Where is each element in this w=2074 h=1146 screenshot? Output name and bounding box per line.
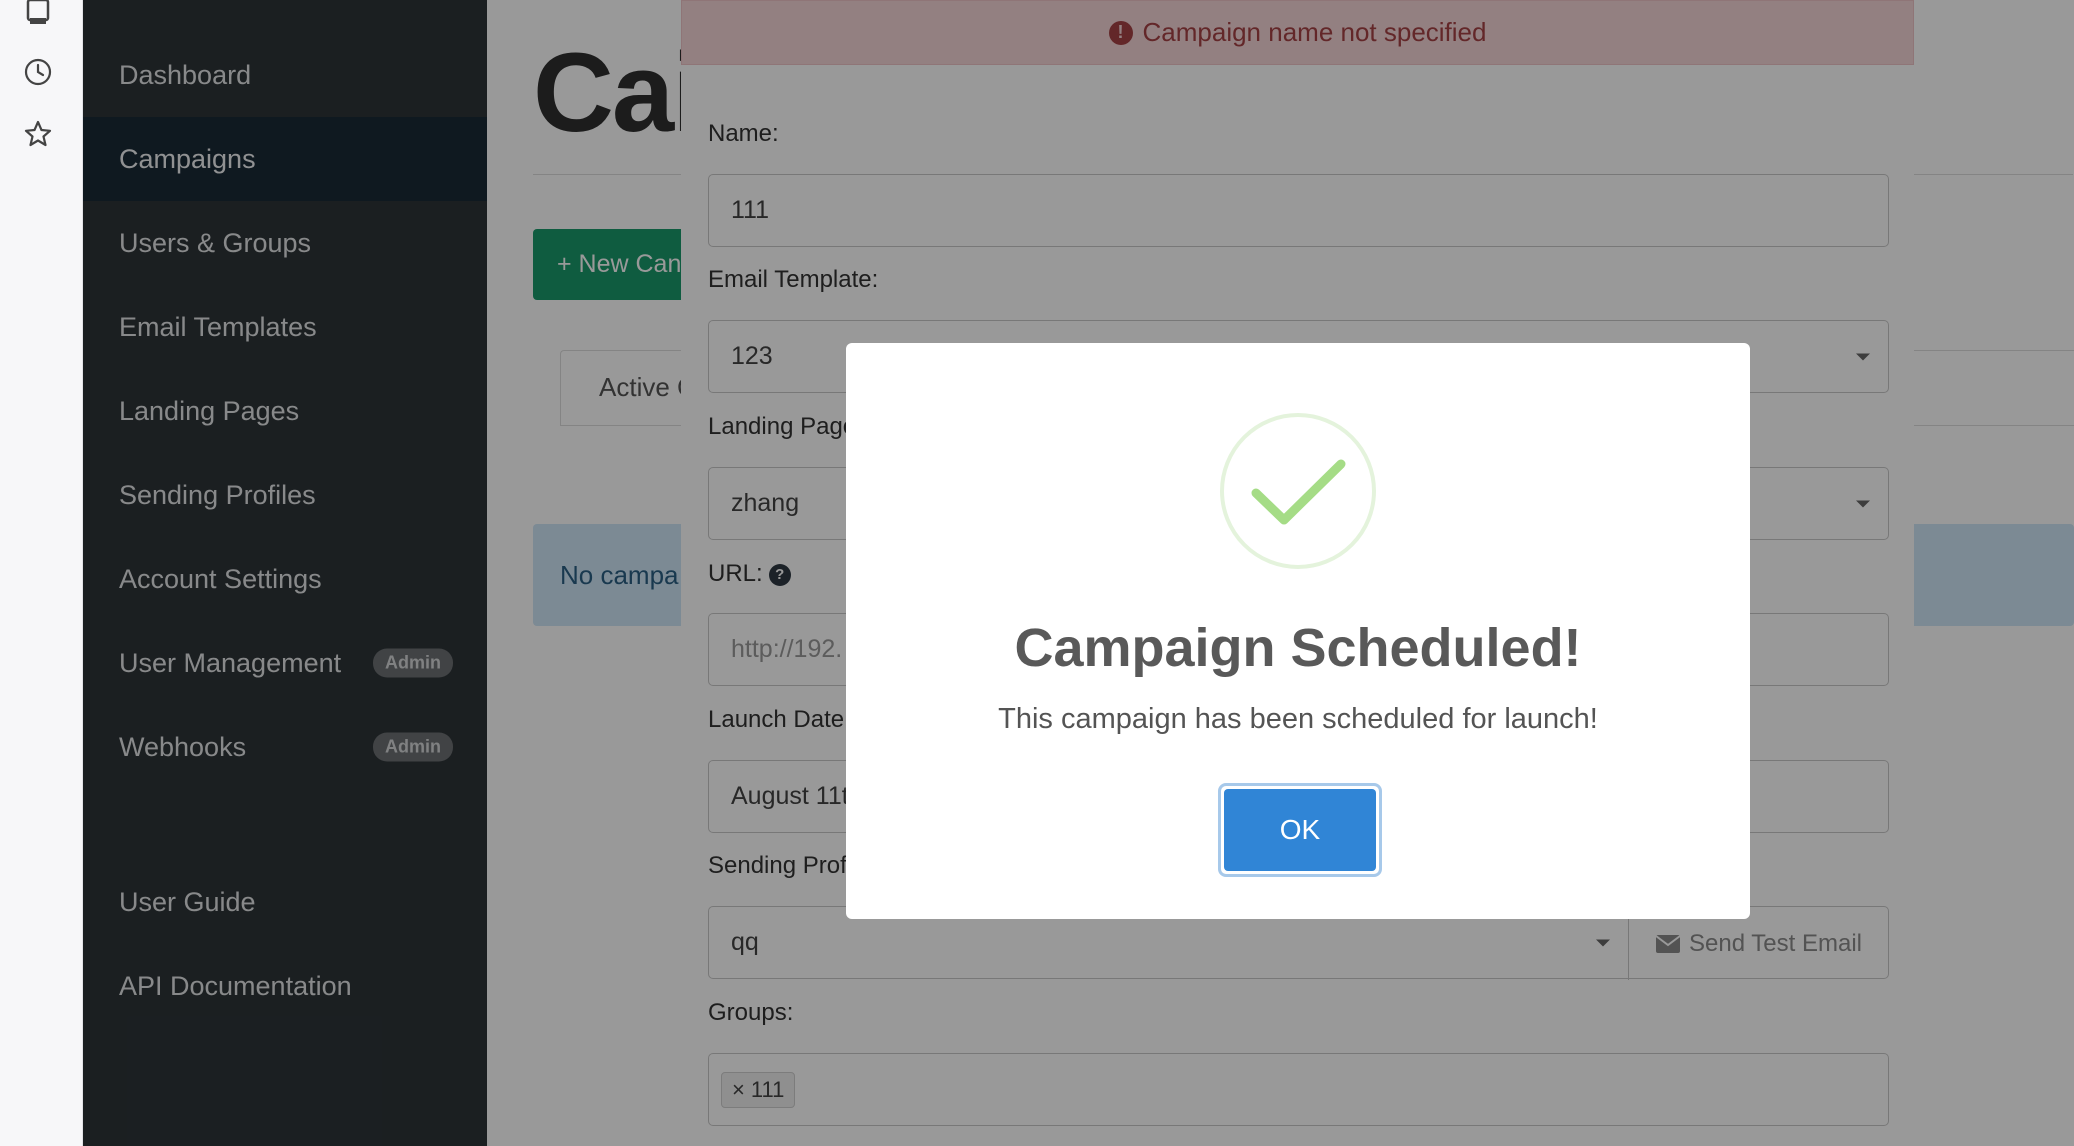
checkmark-icon [1220, 413, 1376, 569]
history-icon[interactable] [22, 56, 54, 88]
success-dialog: Campaign Scheduled! This campaign has be… [846, 343, 1750, 919]
extension-icon[interactable] [22, 0, 54, 28]
ok-button[interactable]: OK [1218, 783, 1382, 877]
ok-button-label: OK [1224, 789, 1376, 871]
dialog-title: Campaign Scheduled! [1014, 618, 1582, 678]
star-icon[interactable] [22, 118, 54, 150]
browser-side-panel [0, 0, 83, 1146]
dialog-message: This campaign has been scheduled for lau… [998, 703, 1598, 735]
